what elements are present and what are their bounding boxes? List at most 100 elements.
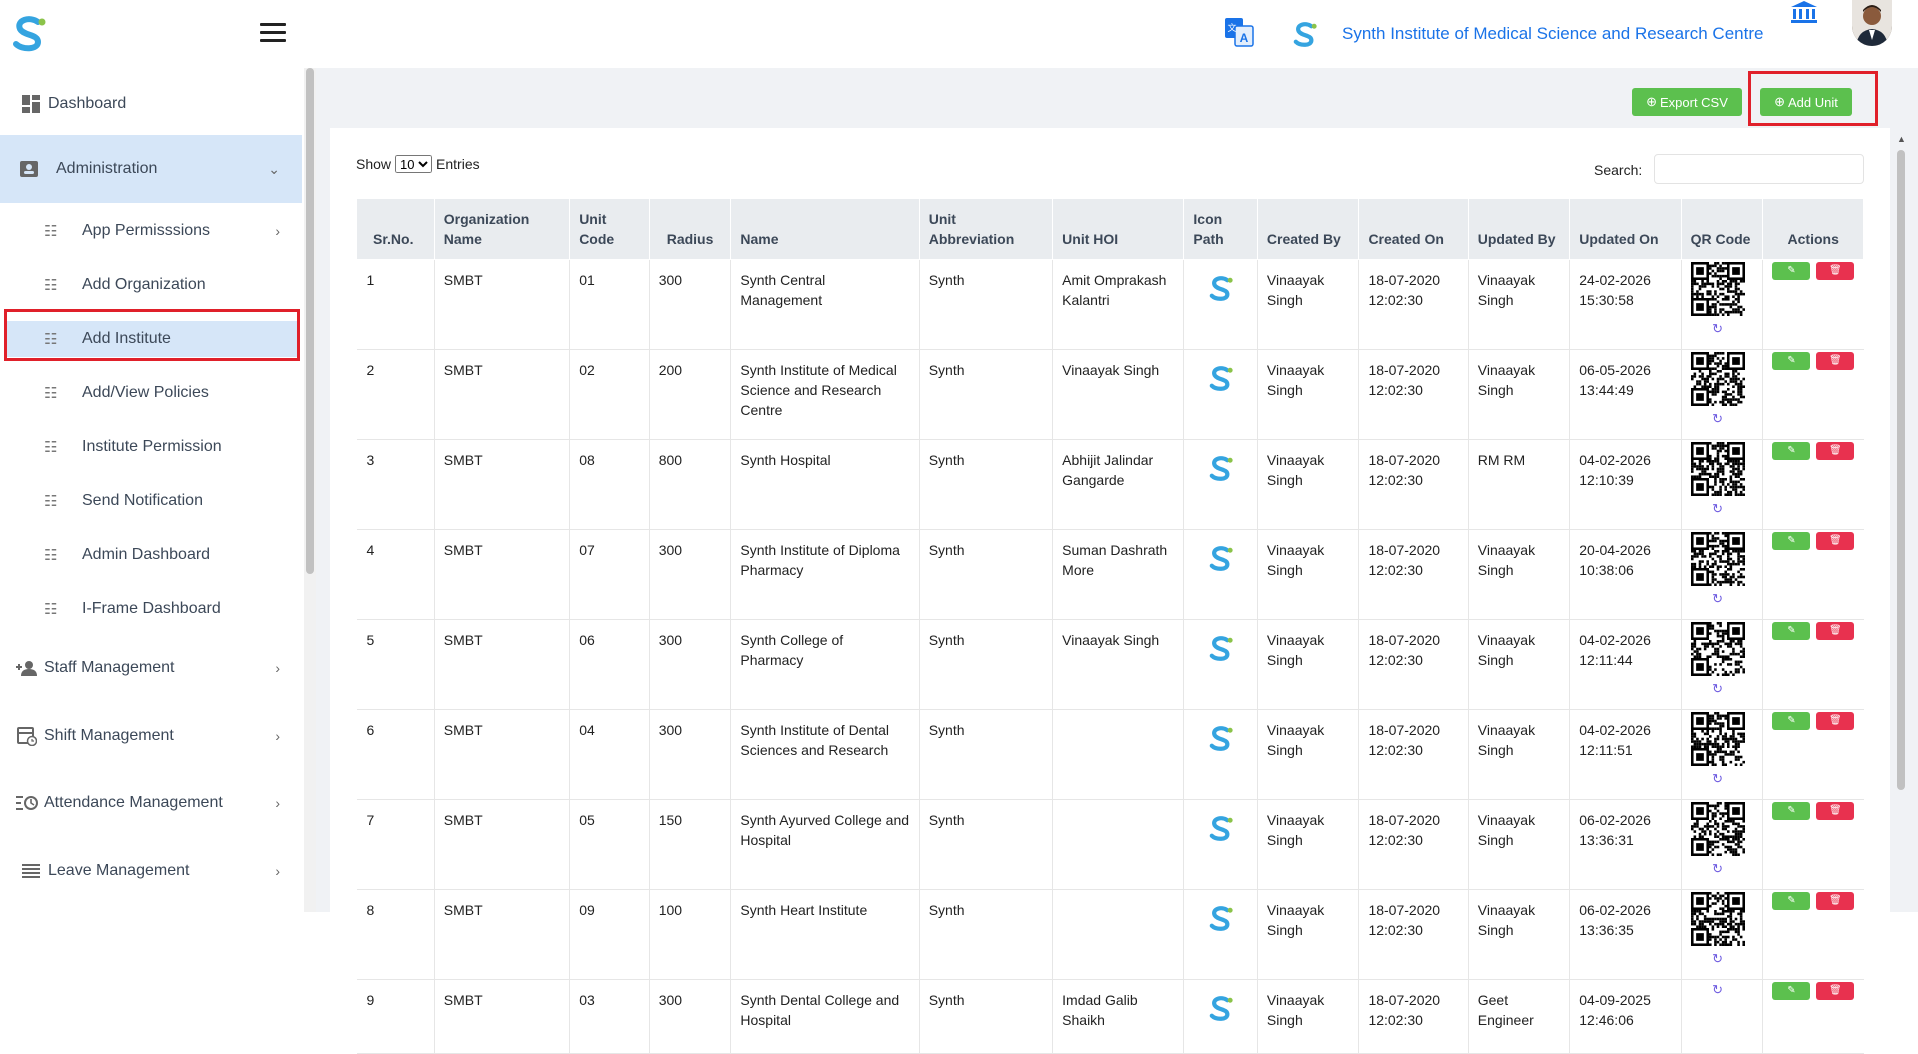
column-header[interactable]: Updated On — [1569, 198, 1682, 260]
delete-button[interactable]: 🗑 — [1816, 262, 1855, 280]
sidebar-item-iframe-dashboard[interactable]: ☷ I-Frame Dashboard — [44, 591, 302, 627]
cell-updated-by: Vinaayak Singh — [1467, 889, 1570, 980]
cell-icon-path — [1183, 889, 1258, 980]
delete-button[interactable]: 🗑 — [1816, 802, 1855, 820]
edit-button[interactable]: ✎ — [1772, 892, 1811, 910]
column-header[interactable]: Unit HOI — [1052, 198, 1185, 260]
column-header[interactable]: Organization Name — [433, 198, 571, 260]
bank-icon[interactable] — [1790, 0, 1818, 24]
cell-abbr: Synth — [918, 979, 1053, 1054]
institute-name[interactable]: Synth Institute of Medical Science and R… — [1342, 24, 1763, 44]
edit-button[interactable]: ✎ — [1772, 802, 1811, 820]
sidebar-item-attendance-management[interactable]: Attendance Management › — [0, 785, 302, 821]
edit-button[interactable]: ✎ — [1772, 532, 1811, 550]
edit-button[interactable]: ✎ — [1772, 442, 1811, 460]
column-header[interactable]: Unit Code — [569, 198, 650, 260]
delete-button[interactable]: 🗑 — [1816, 892, 1855, 910]
export-csv-button[interactable]: ⊕ Export CSV — [1632, 88, 1742, 116]
translate-icon[interactable]: A 文 — [1224, 16, 1254, 48]
delete-button[interactable]: 🗑 — [1816, 982, 1855, 1000]
cell-name: Synth Institute of Dental Sciences and R… — [730, 709, 920, 800]
menu-icon[interactable] — [260, 23, 286, 45]
highlight-add-institute — [4, 309, 300, 361]
edit-button[interactable]: ✎ — [1772, 712, 1811, 730]
sliders-icon: ☷ — [44, 439, 58, 456]
column-header[interactable]: Created By — [1256, 198, 1360, 260]
cell-name: Synth Central Management — [730, 259, 920, 350]
edit-button[interactable]: ✎ — [1772, 622, 1811, 640]
sidebar-item-shift-management[interactable]: Shift Management › — [0, 718, 302, 754]
sidebar-scrollbar[interactable] — [304, 68, 316, 912]
main-scrollbar[interactable]: ▲ — [1894, 130, 1908, 912]
qr-code[interactable] — [1690, 892, 1745, 946]
cell-created-on: 18-07-2020 12:02:30 — [1358, 979, 1469, 1054]
cell-created-by: Vinaayak Singh — [1256, 259, 1359, 350]
column-header[interactable]: QR Code — [1680, 198, 1764, 260]
sidebar-item-staff-management[interactable]: Staff Management › — [0, 650, 302, 686]
qr-code[interactable] — [1690, 802, 1745, 856]
cell-hoi: Imdad Galib Shaikh — [1052, 979, 1184, 1054]
column-header[interactable]: Actions — [1762, 198, 1864, 260]
delete-button[interactable]: 🗑 — [1816, 352, 1855, 370]
cell-created-by: Vinaayak Singh — [1256, 619, 1359, 710]
sidebar-item-label: Attendance Management — [44, 794, 223, 811]
sidebar-item-label: Admin Dashboard — [82, 546, 211, 563]
sidebar-item-add-view-policies[interactable]: ☷ Add/View Policies — [44, 375, 302, 411]
qr-code[interactable] — [1690, 262, 1745, 316]
edit-button[interactable]: ✎ — [1772, 982, 1811, 1000]
sidebar-item-admin-dashboard[interactable]: ☷ Admin Dashboard — [44, 537, 302, 573]
cell-icon-path — [1183, 529, 1258, 620]
sidebar-item-add-organization[interactable]: ☷ Add Organization — [44, 267, 302, 303]
qr-code[interactable] — [1690, 622, 1745, 676]
sidebar-item-institute-permission[interactable]: ☷ Institute Permission — [44, 429, 302, 465]
sidebar-item-label: Staff Management — [44, 659, 175, 676]
column-header[interactable]: Updated By — [1467, 198, 1571, 260]
refresh-icon[interactable]: ↻ — [1691, 409, 1745, 429]
refresh-icon[interactable]: ↻ — [1691, 949, 1745, 969]
entries-select[interactable]: 10 — [395, 155, 433, 173]
column-header[interactable]: Radius — [648, 198, 732, 260]
sidebar-item-app-permissions[interactable]: ☷ App Permisssions › — [44, 213, 302, 249]
sliders-icon: ☷ — [44, 547, 58, 564]
cell-abbr: Synth — [918, 889, 1053, 980]
edit-button[interactable]: ✎ — [1772, 352, 1811, 370]
delete-button[interactable]: 🗑 — [1816, 532, 1855, 550]
search-input[interactable] — [1654, 154, 1864, 184]
refresh-icon[interactable]: ↻ — [1691, 319, 1745, 339]
qr-code[interactable] — [1690, 442, 1745, 496]
delete-button[interactable]: 🗑 — [1816, 712, 1855, 730]
refresh-icon[interactable]: ↻ — [1691, 589, 1745, 609]
institute-logo-icon — [1209, 906, 1233, 931]
column-header[interactable]: Unit Abbreviation — [918, 198, 1054, 260]
delete-button[interactable]: 🗑 — [1816, 622, 1855, 640]
id-card-icon — [18, 158, 40, 180]
logo-icon[interactable] — [12, 14, 46, 52]
edit-button[interactable]: ✎ — [1772, 262, 1811, 280]
column-header[interactable]: Icon Path — [1183, 198, 1258, 260]
cell-radius: 150 — [648, 799, 731, 890]
table-row: 7 SMBT 05 150 Synth Ayurved College and Hosp… — [356, 799, 1864, 890]
avatar[interactable] — [1852, 0, 1892, 46]
refresh-icon[interactable]: ↻ — [1691, 679, 1745, 699]
refresh-icon[interactable]: ↻ — [1691, 859, 1745, 879]
cell-qr-code: ↻ — [1680, 709, 1763, 800]
sidebar-item-leave-management[interactable]: Leave Management › — [0, 853, 302, 889]
refresh-icon[interactable]: ↻ — [1691, 980, 1745, 1000]
scroll-up-icon[interactable]: ▲ — [1897, 134, 1906, 144]
sidebar-item-administration[interactable]: Administration ⌄ — [0, 135, 302, 203]
refresh-icon[interactable]: ↻ — [1691, 499, 1745, 519]
column-header[interactable]: Name — [730, 198, 920, 260]
column-header[interactable]: Sr.No. — [356, 198, 435, 260]
sidebar-item-dashboard[interactable]: Dashboard — [0, 88, 302, 120]
sidebar-item-send-notification[interactable]: ☷ Send Notification — [44, 483, 302, 519]
cell-code: 05 — [569, 799, 650, 890]
delete-button[interactable]: 🗑 — [1816, 442, 1855, 460]
column-header[interactable]: Created On — [1358, 198, 1469, 260]
qr-code[interactable] — [1690, 712, 1745, 766]
qr-code[interactable] — [1690, 532, 1745, 586]
edit-icon: ✎ — [1787, 895, 1796, 906]
refresh-icon[interactable]: ↻ — [1691, 769, 1745, 789]
qr-code[interactable] — [1690, 352, 1745, 406]
top-bar: A 文 Synth Institute of Medical Science a… — [0, 0, 1918, 68]
cell-updated-by: Vinaayak Singh — [1467, 619, 1570, 710]
